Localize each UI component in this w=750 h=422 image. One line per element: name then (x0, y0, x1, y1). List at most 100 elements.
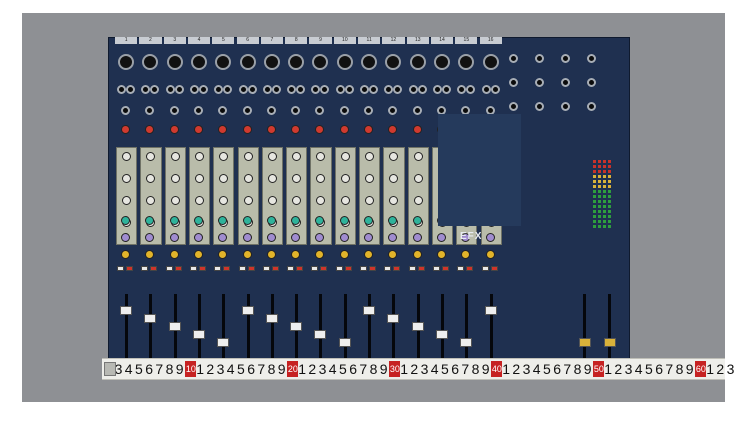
pan-knob (412, 250, 422, 259)
fader-cap (120, 306, 132, 315)
eq-knob (170, 174, 180, 183)
fader-track (149, 294, 153, 362)
fader-track (343, 294, 347, 362)
gain-knob (339, 125, 349, 134)
ruler-digit: 1 (298, 361, 306, 377)
fader-cap (363, 306, 375, 315)
pan-knob (461, 250, 471, 259)
fader-track (197, 294, 201, 362)
level-meter-led (603, 205, 606, 208)
ruler-digit: 9 (277, 361, 286, 377)
mute-button-icon (214, 266, 222, 271)
direct-out-icon (266, 106, 276, 115)
xlr-input-icon (288, 54, 305, 70)
aux-knob (169, 233, 179, 242)
level-meter-led (608, 185, 611, 188)
master-jack-icon (561, 78, 570, 87)
aux-knob (266, 233, 276, 242)
ruler-digit: 1 (502, 361, 510, 377)
level-meter-led (603, 175, 606, 178)
line-input-icon (117, 85, 126, 94)
ruler-digit: 5 (644, 361, 653, 377)
level-meter-led (593, 170, 596, 173)
xlr-input-icon (409, 54, 426, 70)
ruler-digit: 7 (563, 361, 572, 377)
gain-knob (145, 125, 155, 134)
ruler-digit: 5 (440, 361, 449, 377)
fader-cap (411, 322, 424, 331)
ruler-digit: 6 (655, 361, 663, 377)
level-meter-led (608, 225, 611, 228)
level-meter-led (603, 165, 606, 168)
master-jack-icon (587, 102, 596, 111)
level-meter-led (593, 225, 596, 228)
eq-knob (267, 174, 277, 183)
fader-track (125, 294, 128, 362)
pan-knob (436, 250, 446, 259)
gain-knob (242, 125, 252, 134)
ruler-digit: 5 (134, 361, 143, 377)
mute-button-icon (481, 266, 489, 271)
insert-jack-icon (126, 85, 135, 94)
pan-knob (485, 250, 495, 259)
ruler-digit: 4 (634, 361, 643, 377)
eq-knob (243, 196, 253, 205)
master-fader-cap (579, 338, 591, 347)
fader-track (270, 294, 274, 362)
mute-button-icon (238, 266, 246, 271)
solo-button-icon (417, 266, 425, 271)
ruler-digit: 2 (512, 361, 521, 377)
insert-jack-icon (320, 85, 330, 94)
line-input-icon (408, 85, 418, 94)
eq-knob (122, 196, 131, 205)
eq-knob (365, 152, 374, 161)
gain-knob (266, 125, 276, 134)
fader-cap (314, 330, 327, 339)
tape-end-clip (104, 362, 116, 376)
level-meter-led (593, 210, 596, 213)
xlr-input-icon (118, 54, 134, 70)
ruler-digit: 5 (542, 361, 551, 377)
fader-track (368, 294, 371, 362)
level-meter-led (603, 210, 606, 213)
master-jack-icon (509, 102, 518, 111)
mute-button-icon (360, 266, 367, 271)
ruler-digit: 5 (236, 361, 245, 377)
level-meter-led (593, 160, 596, 163)
eq-knob (340, 174, 350, 183)
aux-knob (339, 233, 349, 242)
ruler-digit: 8 (267, 361, 276, 377)
line-input-icon (311, 85, 321, 94)
channel-number-label: 14 (430, 37, 454, 44)
mute-button-icon (384, 266, 392, 271)
fader-cap (144, 314, 157, 323)
level-meter-led (608, 165, 611, 168)
direct-out-icon (388, 106, 398, 115)
channel-number-label: 2 (139, 37, 162, 44)
aux-knob (242, 233, 252, 242)
channel-number-label: 9 (309, 37, 332, 44)
line-input-icon (432, 85, 442, 94)
solo-button-icon (393, 266, 401, 271)
pan-knob (315, 250, 325, 259)
level-meter-led (608, 205, 611, 208)
line-input-icon (287, 85, 297, 94)
line-input-icon (165, 85, 175, 94)
ruler-digit: 7 (461, 361, 470, 377)
ruler-digit: 5 (338, 361, 347, 377)
ruler-digit: 7 (257, 361, 266, 377)
level-meter-led (603, 200, 606, 203)
xlr-input-icon (239, 54, 256, 70)
eq-knob (122, 152, 131, 161)
master-fader-track (583, 294, 586, 362)
channel-number-label: 10 (333, 37, 356, 44)
level-meter-led (593, 205, 596, 208)
ruler-digit: 1 (604, 361, 612, 377)
mid-knob (242, 216, 252, 225)
aux-knob (412, 233, 422, 242)
mute-button-icon (432, 266, 440, 271)
direct-out-icon (364, 106, 373, 115)
level-meter-led (608, 160, 611, 163)
direct-out-icon (193, 106, 203, 115)
ruler-digit: 2 (308, 361, 317, 377)
